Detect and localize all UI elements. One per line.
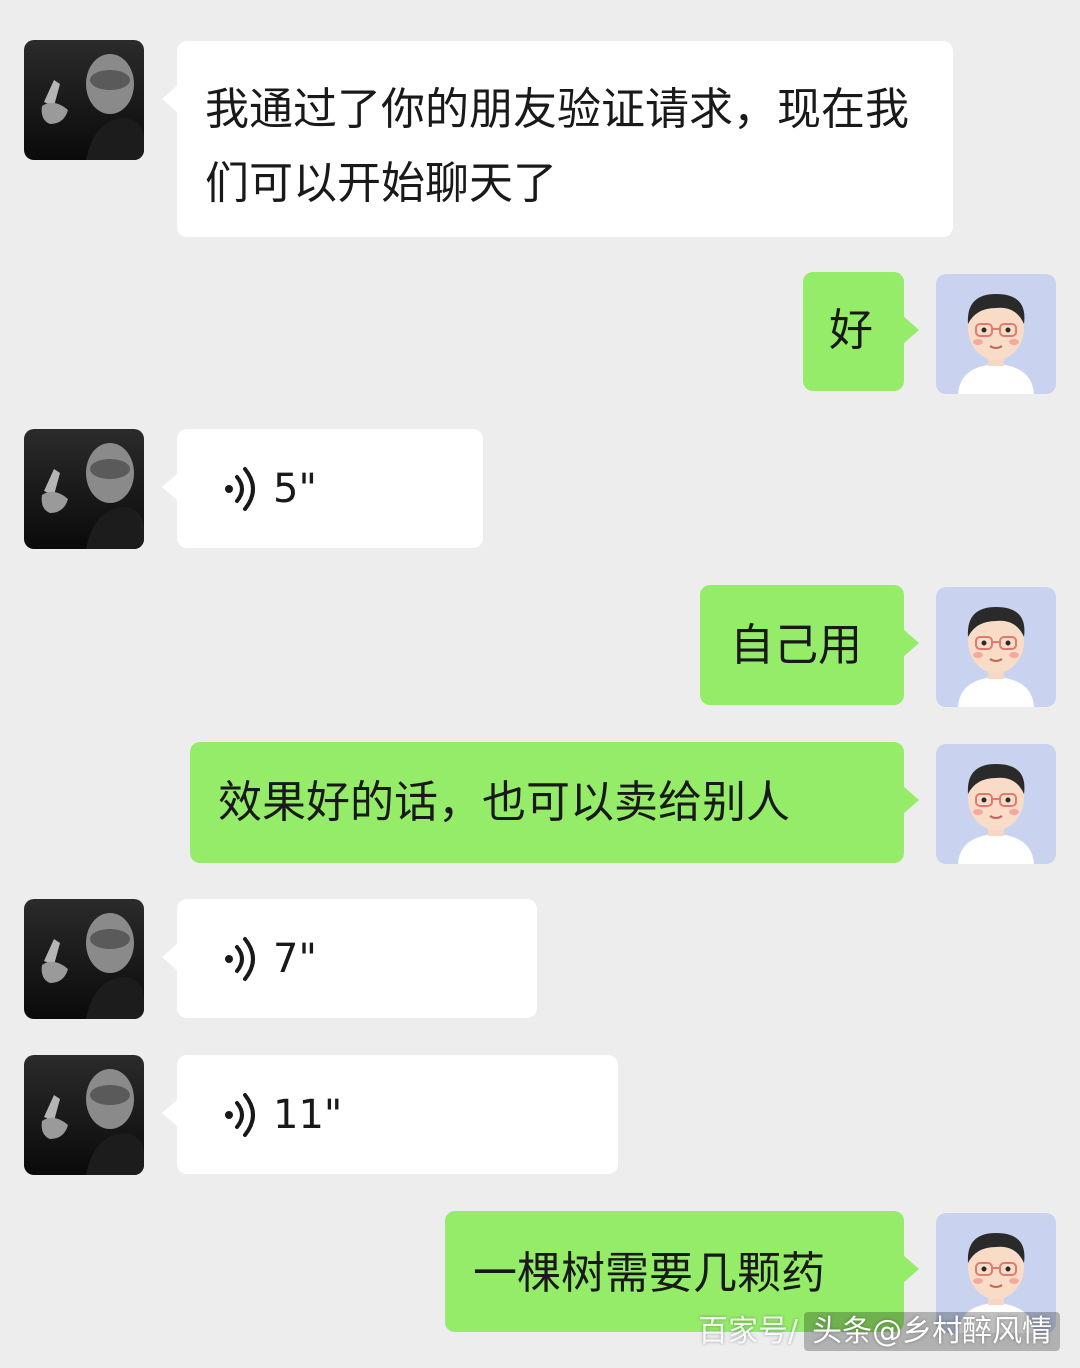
own-avatar[interactable] [936, 587, 1056, 707]
incoming-voice-bubble[interactable]: 7" [162, 899, 537, 1018]
cartoon-boy-avatar-icon [936, 274, 1056, 394]
message-row: 效果好的话，也可以卖给别人 [0, 742, 1080, 864]
cartoon-boy-avatar-icon [936, 744, 1056, 864]
contact-avatar[interactable] [24, 1055, 144, 1175]
message-row: 我通过了你的朋友验证请求，现在我们可以开始聊天了 [0, 40, 1080, 240]
contact-avatar[interactable] [24, 429, 144, 549]
message-text: 效果好的话，也可以卖给别人 [218, 777, 790, 828]
own-avatar[interactable] [936, 744, 1056, 864]
watermark-right: 头条@乡村醉风情 [804, 1312, 1061, 1351]
voice-duration: 5" [273, 466, 317, 512]
cartoon-boy-avatar-icon [936, 587, 1056, 707]
contact-avatar-photo-icon [24, 1055, 144, 1175]
outgoing-text-bubble[interactable]: 好 [803, 272, 919, 391]
message-row: 7" [0, 898, 1080, 1020]
voice-wave-icon [225, 467, 255, 511]
incoming-voice-bubble[interactable]: 5" [162, 429, 483, 548]
message-text: 一棵树需要几颗药 [473, 1248, 825, 1299]
message-text: 好 [829, 305, 873, 356]
message-row: 11" [0, 1054, 1080, 1176]
contact-avatar-photo-icon [24, 899, 144, 1019]
contact-avatar[interactable] [24, 899, 144, 1019]
contact-avatar-photo-icon [24, 40, 144, 160]
outgoing-text-bubble[interactable]: 自己用 [700, 585, 919, 705]
message-text: 自己用 [730, 620, 862, 671]
message-row: 自己用 [0, 585, 1080, 707]
own-avatar[interactable] [936, 274, 1056, 394]
contact-avatar[interactable] [24, 40, 144, 160]
watermark-left: 百家号/ [698, 1314, 799, 1349]
message-row: 5" [0, 428, 1080, 550]
incoming-voice-bubble[interactable]: 11" [162, 1055, 618, 1174]
voice-wave-icon [225, 1093, 255, 1137]
message-text: 我通过了你的朋友验证请求，现在我们可以开始聊天了 [205, 84, 909, 209]
incoming-text-bubble[interactable]: 我通过了你的朋友验证请求，现在我们可以开始聊天了 [162, 41, 953, 237]
outgoing-text-bubble[interactable]: 效果好的话，也可以卖给别人 [190, 742, 919, 863]
voice-duration: 11" [273, 1092, 343, 1138]
message-row: 好 [0, 272, 1080, 394]
watermark: 百家号/头条@乡村醉风情 [698, 1306, 1061, 1351]
contact-avatar-photo-icon [24, 429, 144, 549]
voice-wave-icon [225, 937, 255, 981]
voice-duration: 7" [273, 936, 317, 982]
